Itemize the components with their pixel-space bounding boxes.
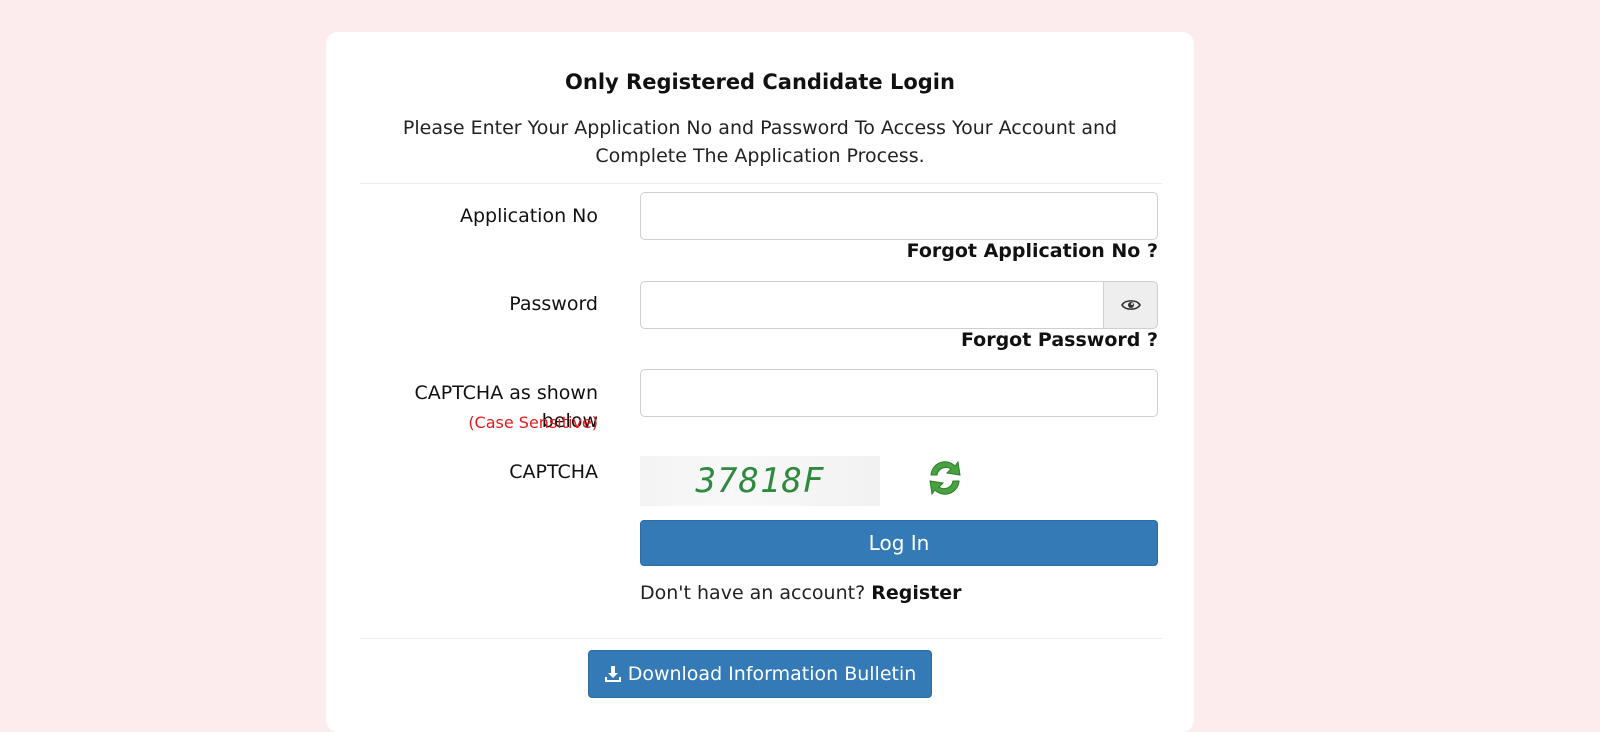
case-sensitive-note: (Case Sensitive)	[468, 413, 598, 432]
application-no-input[interactable]	[640, 192, 1158, 240]
application-no-label: Application No	[459, 205, 598, 227]
eye-icon	[1120, 300, 1141, 310]
download-icon	[604, 666, 621, 682]
download-button-label: Download Information Bulletin	[627, 663, 917, 685]
download-bulletin-button[interactable]: Download Information Bulletin	[588, 650, 932, 698]
page-subtitle: Please Enter Your Application No and Pas…	[402, 117, 1118, 167]
captcha-image: 37818F	[640, 456, 880, 506]
login-card: Only Registered Candidate Login Please E…	[326, 32, 1194, 732]
divider-top	[360, 183, 1162, 184]
register-prompt: Don't have an account? Register	[640, 582, 962, 604]
no-account-text: Don't have an account?	[640, 582, 866, 604]
captcha-refresh-button[interactable]	[922, 455, 968, 501]
divider-bottom	[360, 638, 1162, 639]
refresh-icon	[929, 460, 961, 496]
page-title: Only Registered Candidate Login	[565, 70, 955, 94]
forgot-password-link[interactable]: Forgot Password ?	[961, 329, 1158, 351]
toggle-password-button[interactable]	[1103, 281, 1158, 329]
password-label: Password	[509, 293, 598, 315]
password-group	[640, 281, 1158, 329]
login-button[interactable]: Log In	[640, 520, 1158, 566]
captcha-label: CAPTCHA	[509, 461, 598, 483]
captcha-input[interactable]	[640, 369, 1158, 417]
password-input[interactable]	[640, 281, 1104, 329]
forgot-application-no-link[interactable]: Forgot Application No ?	[907, 240, 1158, 262]
register-link[interactable]: Register	[871, 582, 961, 604]
captcha-text: 37818F	[695, 461, 825, 501]
